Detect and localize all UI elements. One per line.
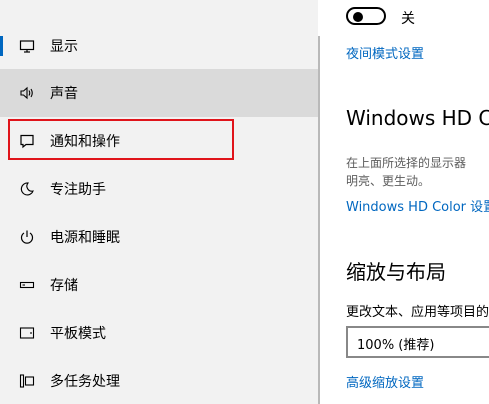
moon-icon	[19, 181, 35, 197]
settings-window: 显示 声音 通知和操作 专注助手 电源和睡眠 存储 平板模式 多任务处理 关 夜…	[0, 0, 489, 404]
sidebar-item-multitasking[interactable]: 多任务处理	[0, 357, 318, 404]
hd-color-heading: Windows HD Co	[346, 106, 489, 130]
highlight-annotation	[8, 119, 234, 160]
advanced-scaling-link[interactable]: 高级缩放设置	[346, 372, 424, 391]
sidebar-item-label: 平板模式	[50, 326, 106, 342]
hd-color-description-continued: 明亮、更生动。	[346, 174, 431, 188]
hd-color-description: 在上面所选择的显示器	[346, 156, 467, 170]
sidebar-item-display[interactable]: 显示	[0, 22, 318, 70]
tablet-icon	[19, 325, 35, 341]
sidebar-item-label: 显示	[50, 39, 78, 55]
sidebar-item-label: 多任务处理	[50, 374, 120, 390]
night-light-toggle[interactable]	[346, 7, 386, 25]
sidebar-item-storage[interactable]: 存储	[0, 261, 318, 309]
sidebar-item-tablet-mode[interactable]: 平板模式	[0, 309, 318, 357]
scale-dropdown-value: 100% (推荐)	[357, 338, 435, 353]
speaker-icon	[19, 85, 35, 101]
sidebar-item-label: 电源和睡眠	[50, 230, 120, 246]
display-settings-pane: 关 夜间模式设置 Windows HD Co 在上面所选择的显示器 明亮、更生动…	[320, 0, 489, 404]
scale-dropdown[interactable]: 100% (推荐)	[346, 326, 489, 358]
toggle-state-label: 关	[401, 11, 415, 27]
power-icon	[19, 229, 35, 245]
hd-color-settings-link[interactable]: Windows HD Color 设置	[346, 196, 489, 215]
sidebar-item-label: 专注助手	[50, 182, 106, 198]
multitasking-icon	[19, 373, 35, 389]
scale-layout-heading: 缩放与布局	[346, 260, 446, 284]
storage-icon	[19, 277, 35, 293]
sidebar-item-focus-assist[interactable]: 专注助手	[0, 165, 318, 213]
sidebar: 显示 声音 通知和操作 专注助手 电源和睡眠 存储 平板模式 多任务处理	[0, 0, 318, 404]
sidebar-item-label: 存储	[50, 278, 78, 294]
sidebar-item-sound[interactable]: 声音	[0, 69, 318, 117]
scale-field-label: 更改文本、应用等项目的	[346, 305, 489, 320]
sidebar-item-label: 声音	[50, 86, 78, 102]
monitor-icon	[19, 38, 35, 54]
toggle-knob	[353, 12, 363, 22]
night-light-settings-link[interactable]: 夜间模式设置	[346, 43, 424, 62]
sidebar-item-power-sleep[interactable]: 电源和睡眠	[0, 213, 318, 261]
selected-indicator	[0, 36, 3, 56]
